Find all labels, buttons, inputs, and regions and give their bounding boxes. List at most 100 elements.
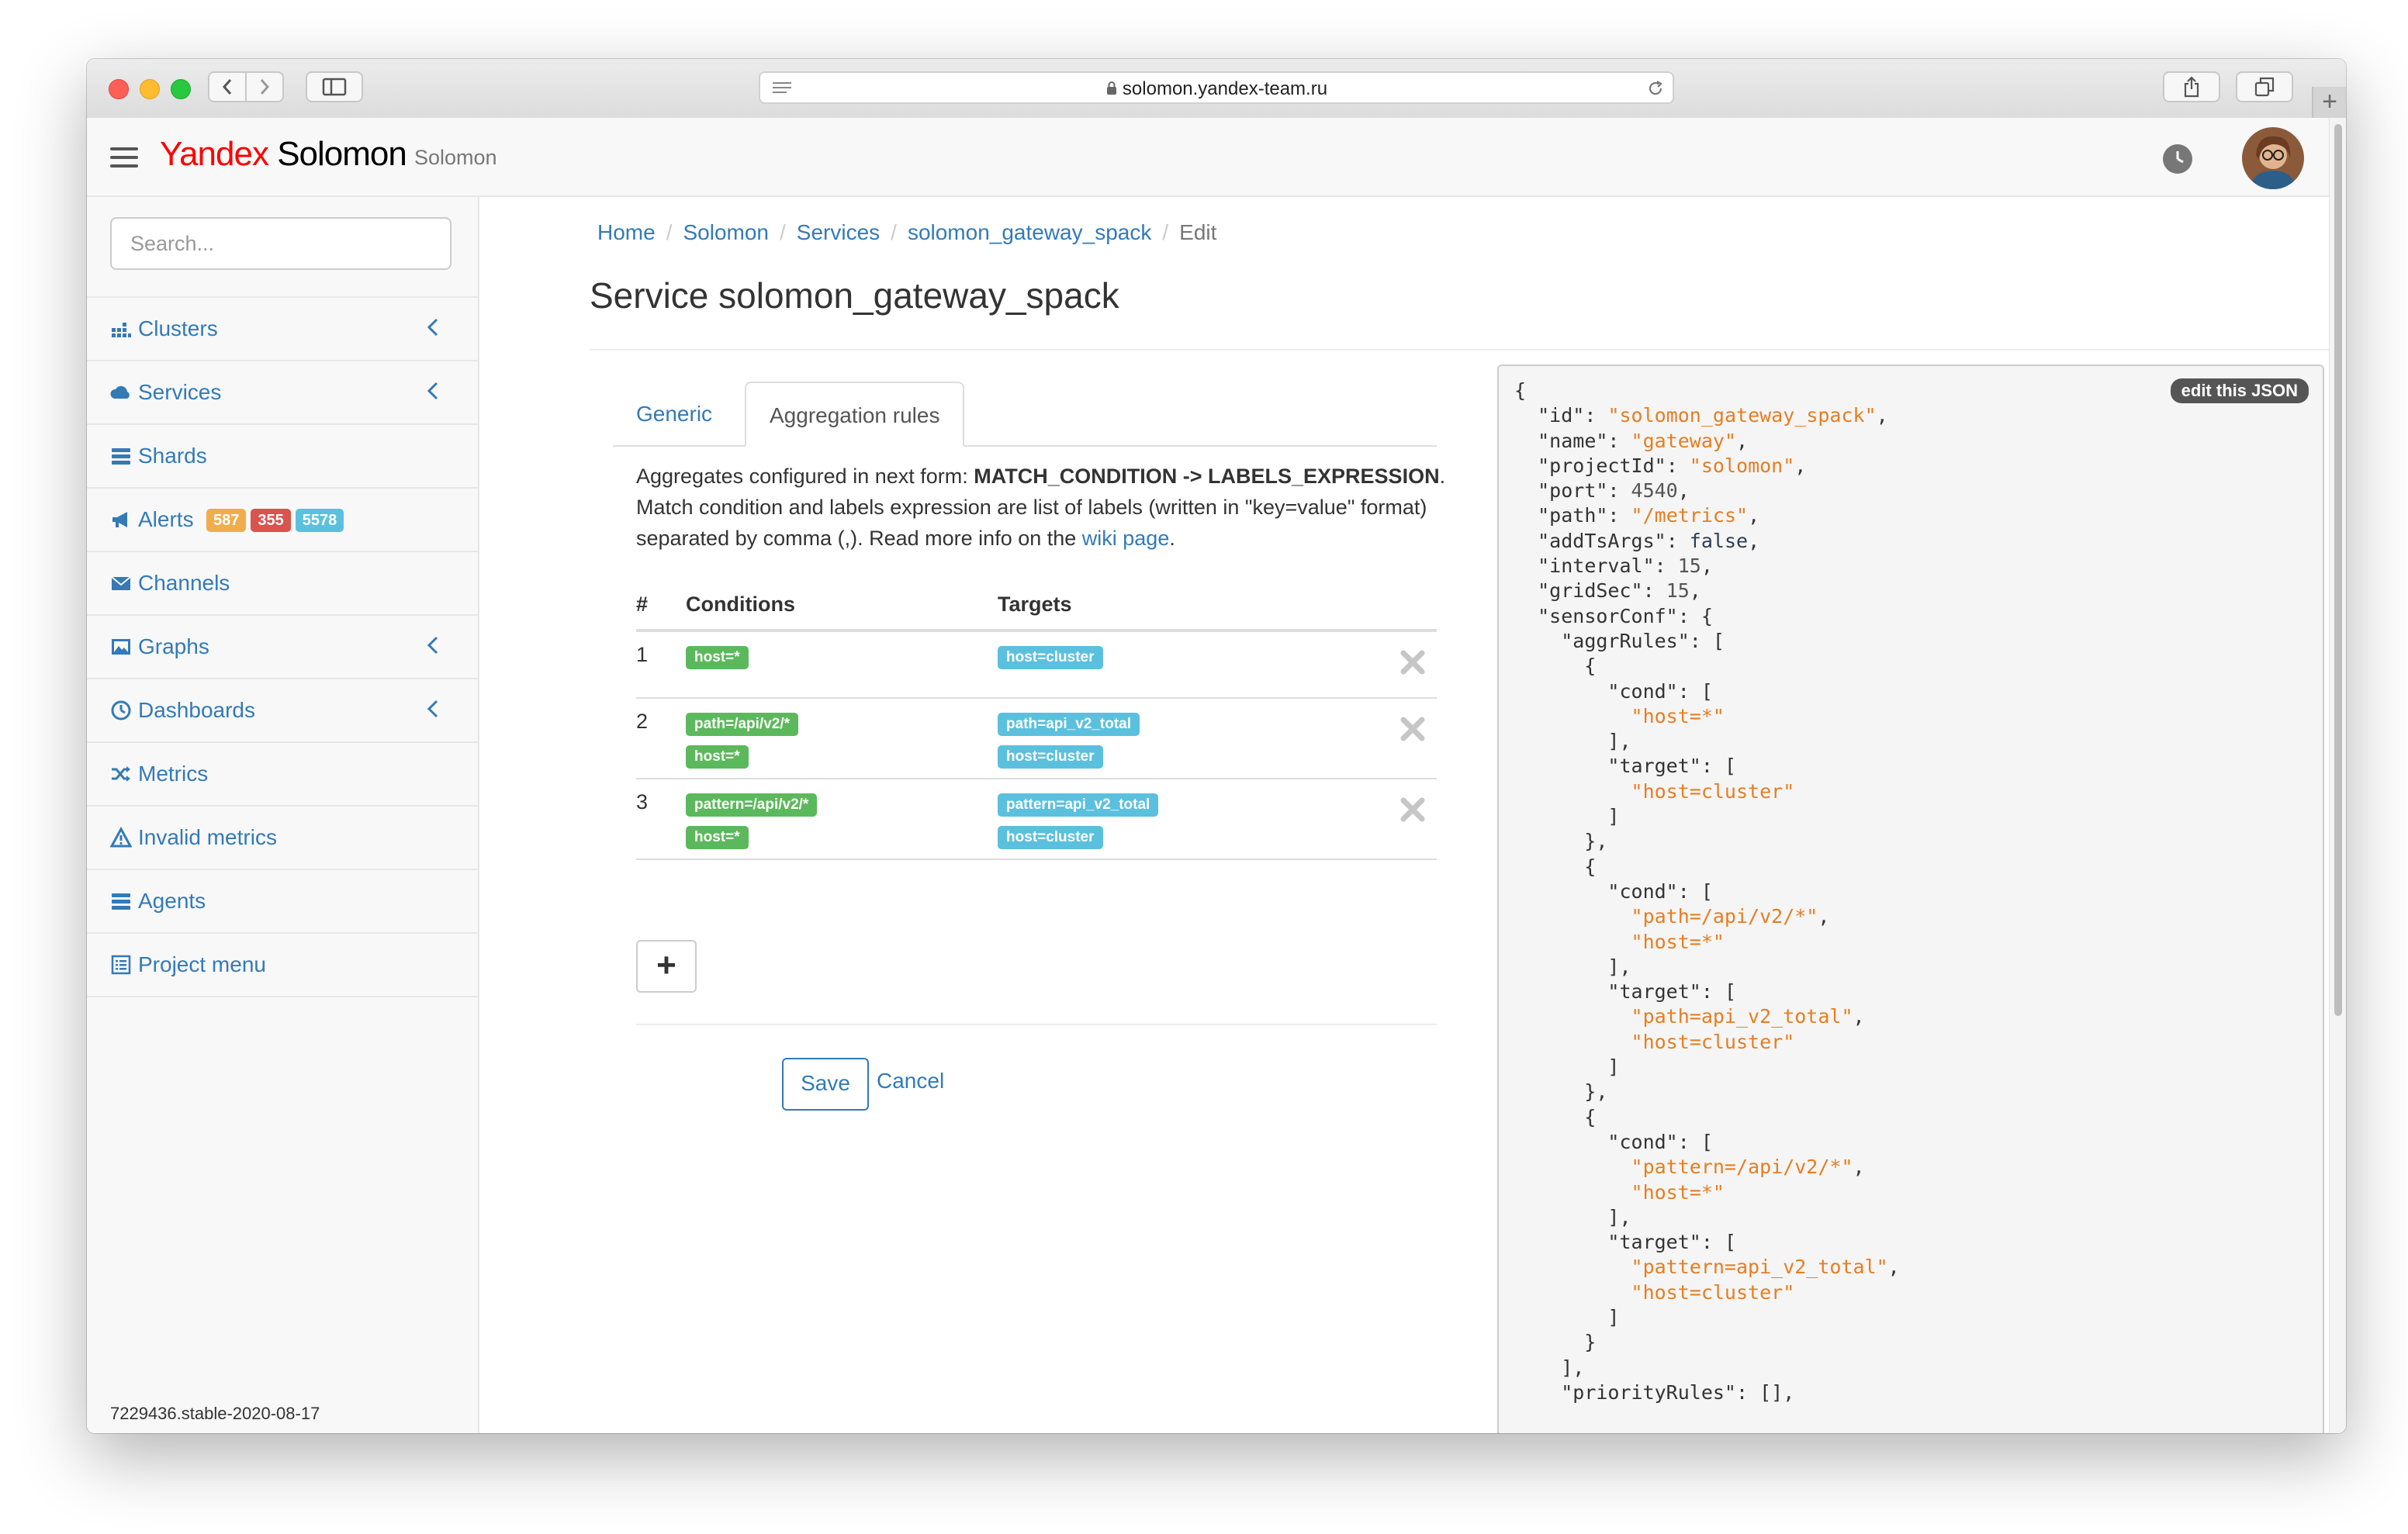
remove-icon[interactable] (1399, 716, 1426, 742)
clusters-icon (112, 323, 131, 337)
sidebar-item-label: Channels (138, 571, 230, 595)
actions-cell (1390, 698, 1437, 779)
breadcrumb-separator: / (780, 220, 786, 244)
sidebar-item-channels[interactable]: Channels (87, 552, 478, 616)
new-tab-button[interactable]: + (2312, 87, 2346, 118)
scrollbar-thumb[interactable] (2334, 124, 2342, 1016)
dashboard-icon (111, 700, 131, 720)
sidebar-item-label: Dashboards (138, 698, 255, 722)
condition-label: host=* (686, 646, 749, 669)
sidebar-item-clusters[interactable]: Clusters (87, 298, 478, 361)
description-text: Aggregates configured in next form: (636, 465, 974, 488)
cancel-link[interactable]: Cancel (877, 1069, 944, 1093)
description-format: MATCH_CONDITION -> LABELS_EXPRESSION (974, 465, 1440, 488)
breadcrumb-current: Edit (1179, 220, 1217, 244)
divider (590, 349, 2346, 351)
add-rule-button[interactable]: + (636, 940, 697, 993)
address-bar[interactable]: solomon.yandex-team.ru (759, 71, 1674, 104)
forward-button[interactable] (245, 71, 284, 102)
clock-icon[interactable] (2163, 144, 2192, 174)
column-header-number: # (636, 593, 686, 632)
target-label: pattern=api_v2_total (998, 793, 1159, 817)
json-path-value: /metrics (1642, 504, 1737, 527)
back-button[interactable] (208, 71, 247, 102)
logo-yandex-text: Yandex (160, 135, 269, 173)
tabs-icon (2254, 77, 2275, 97)
breadcrumb-solomon[interactable]: Solomon (683, 220, 769, 245)
main-content: Home / Solomon / Services / solomon_gateway… (479, 197, 2346, 1433)
breadcrumb: Home / Solomon / Services / solomon_gateway… (597, 220, 1216, 245)
minimize-window-button[interactable] (140, 79, 160, 99)
json-target-value: host=cluster (1642, 1030, 1784, 1053)
sidebar-item-project-menu[interactable]: Project menu (87, 934, 478, 997)
sidebar-item-invalid-metrics[interactable]: Invalid metrics (87, 807, 478, 870)
table-row: 3 pattern=/api/v2/* host=* pattern=api_v2… (636, 779, 1437, 860)
tab-aggregation-rules[interactable]: Aggregation rules (745, 382, 965, 447)
sidebar-search-input[interactable] (110, 217, 452, 270)
logo-solomon-text: Solomon (277, 135, 407, 173)
sidebar-toggle-button[interactable] (306, 71, 363, 102)
breadcrumb-service[interactable]: solomon_gateway_spack (908, 220, 1151, 245)
tabs-overview-button[interactable] (2236, 71, 2293, 102)
description-text: . (1169, 527, 1175, 550)
divider (636, 1024, 1437, 1025)
sidebar-item-alerts[interactable]: Alerts 587 355 5578 (87, 489, 478, 552)
list-alt-icon (111, 955, 131, 975)
sidebar-item-services[interactable]: Services (87, 361, 478, 425)
sidebar-item-dashboards[interactable]: Dashboards (87, 679, 478, 743)
target-label: path=api_v2_total (998, 713, 1140, 736)
conditions-cell: pattern=/api/v2/* host=* (686, 779, 998, 860)
json-cond-value: host=* (1642, 930, 1713, 953)
actions-cell (1390, 779, 1437, 860)
bullhorn-icon (112, 512, 127, 527)
row-number: 1 (636, 631, 686, 699)
json-project-value: solomon (1700, 454, 1784, 477)
lock-icon (1106, 81, 1116, 95)
json-code: { "id": "solomon_gateway_spack", "name":… (1514, 379, 1900, 1404)
sidebar-item-shards[interactable]: Shards (87, 425, 478, 489)
sidebar-item-agents[interactable]: Agents (87, 870, 478, 934)
url-display: solomon.yandex-team.ru (760, 78, 1673, 100)
json-gridsec-value: 15 (1666, 579, 1690, 603)
sidebar-item-graphs[interactable]: Graphs (87, 616, 478, 679)
reload-icon[interactable] (1646, 79, 1665, 98)
menu-hamburger-icon[interactable] (110, 147, 138, 168)
tab-generic[interactable]: Generic (613, 382, 735, 445)
conditions-cell: host=* (686, 631, 998, 699)
save-button[interactable]: Save (782, 1058, 869, 1111)
sidebar-item-label: Clusters (138, 316, 218, 340)
aggregation-rules-table: # Conditions Targets 1 host=* host=clust… (636, 593, 1437, 860)
json-addtsargs-value: false (1689, 529, 1749, 552)
json-target-value: host=cluster (1642, 1280, 1784, 1304)
wiki-page-link[interactable]: wiki page (1082, 527, 1170, 550)
zoom-window-button[interactable] (171, 79, 191, 99)
edit-json-button[interactable]: edit this JSON (2170, 378, 2309, 403)
remove-icon[interactable] (1399, 649, 1426, 675)
alert-badge-warning: 587 (206, 509, 247, 532)
user-avatar[interactable] (2242, 127, 2304, 189)
chevron-left-icon (427, 382, 438, 400)
project-brand[interactable]: Solomon (414, 146, 497, 170)
condition-label: host=* (686, 826, 749, 849)
chevron-left-icon (427, 318, 438, 337)
breadcrumb-services[interactable]: Services (797, 220, 880, 245)
picture-icon (112, 639, 130, 655)
json-interval-value: 15 (1677, 555, 1701, 578)
page-scrollbar[interactable] (2329, 118, 2346, 1433)
targets-cell: host=cluster (998, 631, 1390, 699)
sidebar-item-label: Graphs (138, 634, 209, 658)
column-header-conditions: Conditions (686, 593, 998, 632)
sidebar-item-metrics[interactable]: Metrics (87, 743, 478, 807)
share-button[interactable] (2163, 71, 2220, 102)
close-window-button[interactable] (109, 79, 129, 99)
breadcrumb-home[interactable]: Home (597, 220, 656, 245)
remove-icon[interactable] (1399, 796, 1426, 823)
yandex-solomon-logo[interactable]: Yandex Solomon (160, 135, 407, 174)
chevron-left-icon (427, 636, 438, 655)
sidebar-item-label: Alerts (138, 507, 194, 531)
alert-badge-ok: 5578 (295, 509, 344, 532)
target-label: host=cluster (998, 826, 1103, 849)
stack-icon (112, 893, 130, 910)
json-preview-panel: edit this JSON { "id": "solomon_gateway_… (1497, 364, 2324, 1433)
chevron-left-icon (222, 79, 232, 95)
